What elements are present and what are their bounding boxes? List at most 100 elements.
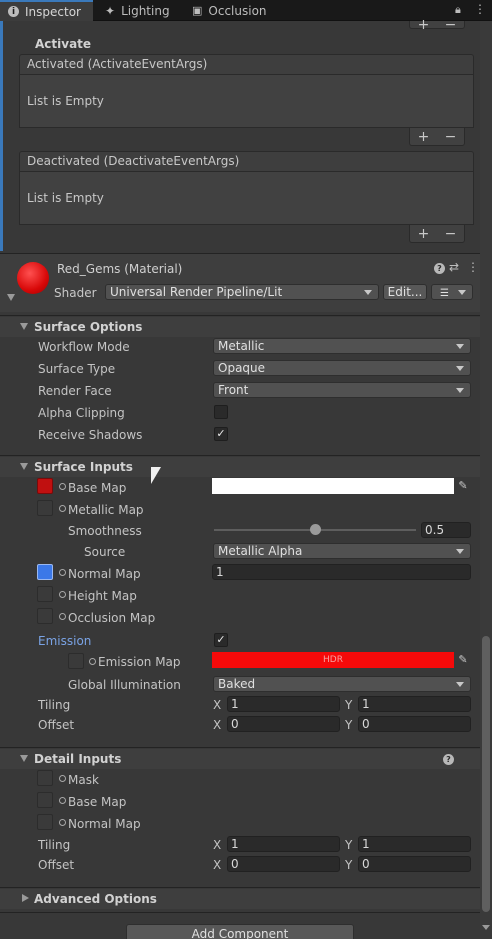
emission-color-field[interactable]: HDR	[212, 652, 454, 668]
tiling-y-field[interactable]: 1	[358, 696, 471, 712]
eyedropper-icon[interactable]: ✎	[456, 653, 470, 667]
tiling-x-field[interactable]: 1	[227, 696, 340, 712]
normal-scale-field[interactable]: 1	[212, 564, 471, 580]
detail-base-map-texture-slot[interactable]	[37, 792, 53, 808]
offset-x-field[interactable]: 0	[227, 716, 340, 732]
workflow-mode-label: Workflow Mode	[38, 340, 130, 354]
detail-tiling-y-label: Y	[345, 838, 353, 852]
metallic-map-texture-slot[interactable]	[37, 500, 53, 516]
normal-map-texture-slot[interactable]	[37, 564, 53, 580]
object-picker-icon[interactable]	[59, 613, 66, 620]
metallic-map-label: Metallic Map	[68, 503, 144, 517]
object-picker-icon[interactable]	[59, 819, 66, 826]
section-divider	[0, 315, 480, 316]
detail-inputs-title: Detail Inputs	[34, 752, 122, 766]
detail-offset-label: Offset	[38, 858, 75, 872]
emission-map-texture-slot[interactable]	[68, 653, 84, 669]
object-picker-icon[interactable]	[59, 775, 66, 782]
object-picker-icon[interactable]	[89, 658, 96, 665]
global-illumination-label: Global Illumination	[68, 678, 181, 692]
tab-occlusion[interactable]: ▣ Occlusion	[184, 0, 274, 21]
smoothness-slider-handle[interactable]	[310, 524, 321, 535]
scroll-down-arrow-icon[interactable]	[482, 925, 490, 930]
object-picker-icon[interactable]	[59, 483, 66, 490]
normal-map-label: Normal Map	[68, 567, 141, 581]
info-icon: i	[8, 6, 19, 17]
occlusion-map-label: Occlusion Map	[68, 611, 156, 625]
offset-y-label: Y	[345, 718, 353, 732]
tiling-label: Tiling	[38, 698, 71, 712]
activated-list-footer: + −	[409, 128, 465, 146]
scrollbar-thumb[interactable]	[482, 636, 490, 912]
receive-shadows-checkbox[interactable]: ✓	[214, 427, 228, 441]
deactivated-event-list: List is Empty	[19, 172, 474, 225]
material-foldout-arrow[interactable]	[7, 294, 15, 301]
object-picker-icon[interactable]	[59, 591, 66, 598]
more-options-icon[interactable]: ⋮	[467, 260, 479, 274]
add-listener-button[interactable]: +	[418, 129, 430, 145]
base-color-field[interactable]	[212, 478, 454, 494]
activated-event-list: List is Empty	[19, 75, 474, 128]
help-icon[interactable]: ?	[434, 263, 445, 274]
hdr-label: HDR	[323, 655, 343, 665]
object-picker-icon[interactable]	[59, 569, 66, 576]
shader-dropdown[interactable]: Universal Render Pipeline/Lit	[105, 284, 379, 300]
foldout-expanded-icon[interactable]	[20, 463, 28, 470]
emission-checkbox[interactable]: ✓	[214, 633, 228, 647]
tab-lighting[interactable]: ✦ Lighting	[97, 0, 177, 21]
height-map-texture-slot[interactable]	[37, 586, 53, 602]
lock-icon[interactable]: 🔒︎	[455, 3, 461, 17]
eyedropper-icon[interactable]: ✎	[456, 479, 470, 493]
render-face-dropdown[interactable]: Front	[213, 382, 471, 398]
detail-base-map-label: Base Map	[68, 795, 127, 809]
base-map-texture-slot[interactable]	[37, 478, 53, 494]
source-dropdown[interactable]: Metallic Alpha	[213, 543, 471, 559]
offset-x-label: X	[213, 718, 222, 732]
add-listener-button[interactable]: +	[418, 226, 430, 242]
alpha-clipping-label: Alpha Clipping	[38, 406, 125, 420]
base-map-label: Base Map	[68, 481, 127, 495]
occlusion-map-texture-slot[interactable]	[37, 608, 53, 624]
detail-offset-x-field[interactable]: 0	[227, 856, 340, 872]
chevron-down-icon	[456, 549, 464, 554]
emission-map-label: Emission Map	[98, 655, 181, 669]
tiling-y-label: Y	[345, 698, 353, 712]
detail-normal-map-texture-slot[interactable]	[37, 814, 53, 830]
foldout-expanded-icon[interactable]	[20, 323, 28, 330]
detail-tiling-y-field[interactable]: 1	[358, 836, 471, 852]
object-picker-icon[interactable]	[59, 505, 66, 512]
global-illumination-dropdown[interactable]: Baked	[213, 676, 471, 692]
chevron-down-icon	[456, 682, 464, 687]
chevron-down-icon	[458, 290, 466, 295]
section-divider	[0, 455, 480, 456]
edit-shader-button[interactable]: Edit...	[383, 284, 427, 300]
preset-icon[interactable]: ⇄	[449, 260, 459, 274]
tab-inspector[interactable]: i Inspector	[0, 0, 93, 21]
foldout-collapsed-icon[interactable]	[22, 894, 29, 902]
remove-listener-button[interactable]: −	[445, 226, 457, 242]
object-picker-icon[interactable]	[59, 797, 66, 804]
foldout-expanded-icon[interactable]	[20, 755, 28, 762]
chevron-down-icon	[456, 388, 464, 393]
shader-options-dropdown[interactable]: ☰	[431, 284, 473, 300]
more-options-icon[interactable]: ⋮	[474, 2, 486, 16]
tab-lighting-label: Lighting	[121, 3, 170, 18]
source-label: Source	[84, 545, 126, 559]
surface-type-dropdown[interactable]: Opaque	[213, 360, 471, 376]
offset-y-field[interactable]: 0	[358, 716, 471, 732]
help-icon[interactable]: ?	[443, 754, 454, 765]
workflow-mode-dropdown[interactable]: Metallic	[213, 338, 471, 354]
alpha-clipping-checkbox[interactable]	[214, 405, 228, 419]
detail-offset-y-label: Y	[345, 858, 353, 872]
height-map-label: Height Map	[68, 589, 137, 603]
tab-occlusion-label: Occlusion	[208, 3, 267, 18]
remove-listener-button[interactable]: −	[445, 129, 457, 145]
detail-offset-y-field[interactable]: 0	[358, 856, 471, 872]
material-preview-sphere	[17, 262, 49, 294]
smoothness-value-field[interactable]: 0.5	[421, 522, 471, 538]
surface-options-title: Surface Options	[34, 320, 143, 334]
add-component-button[interactable]: Add Component	[126, 924, 354, 939]
detail-tiling-x-field[interactable]: 1	[227, 836, 340, 852]
offset-label: Offset	[38, 718, 75, 732]
detail-mask-texture-slot[interactable]	[37, 770, 53, 786]
